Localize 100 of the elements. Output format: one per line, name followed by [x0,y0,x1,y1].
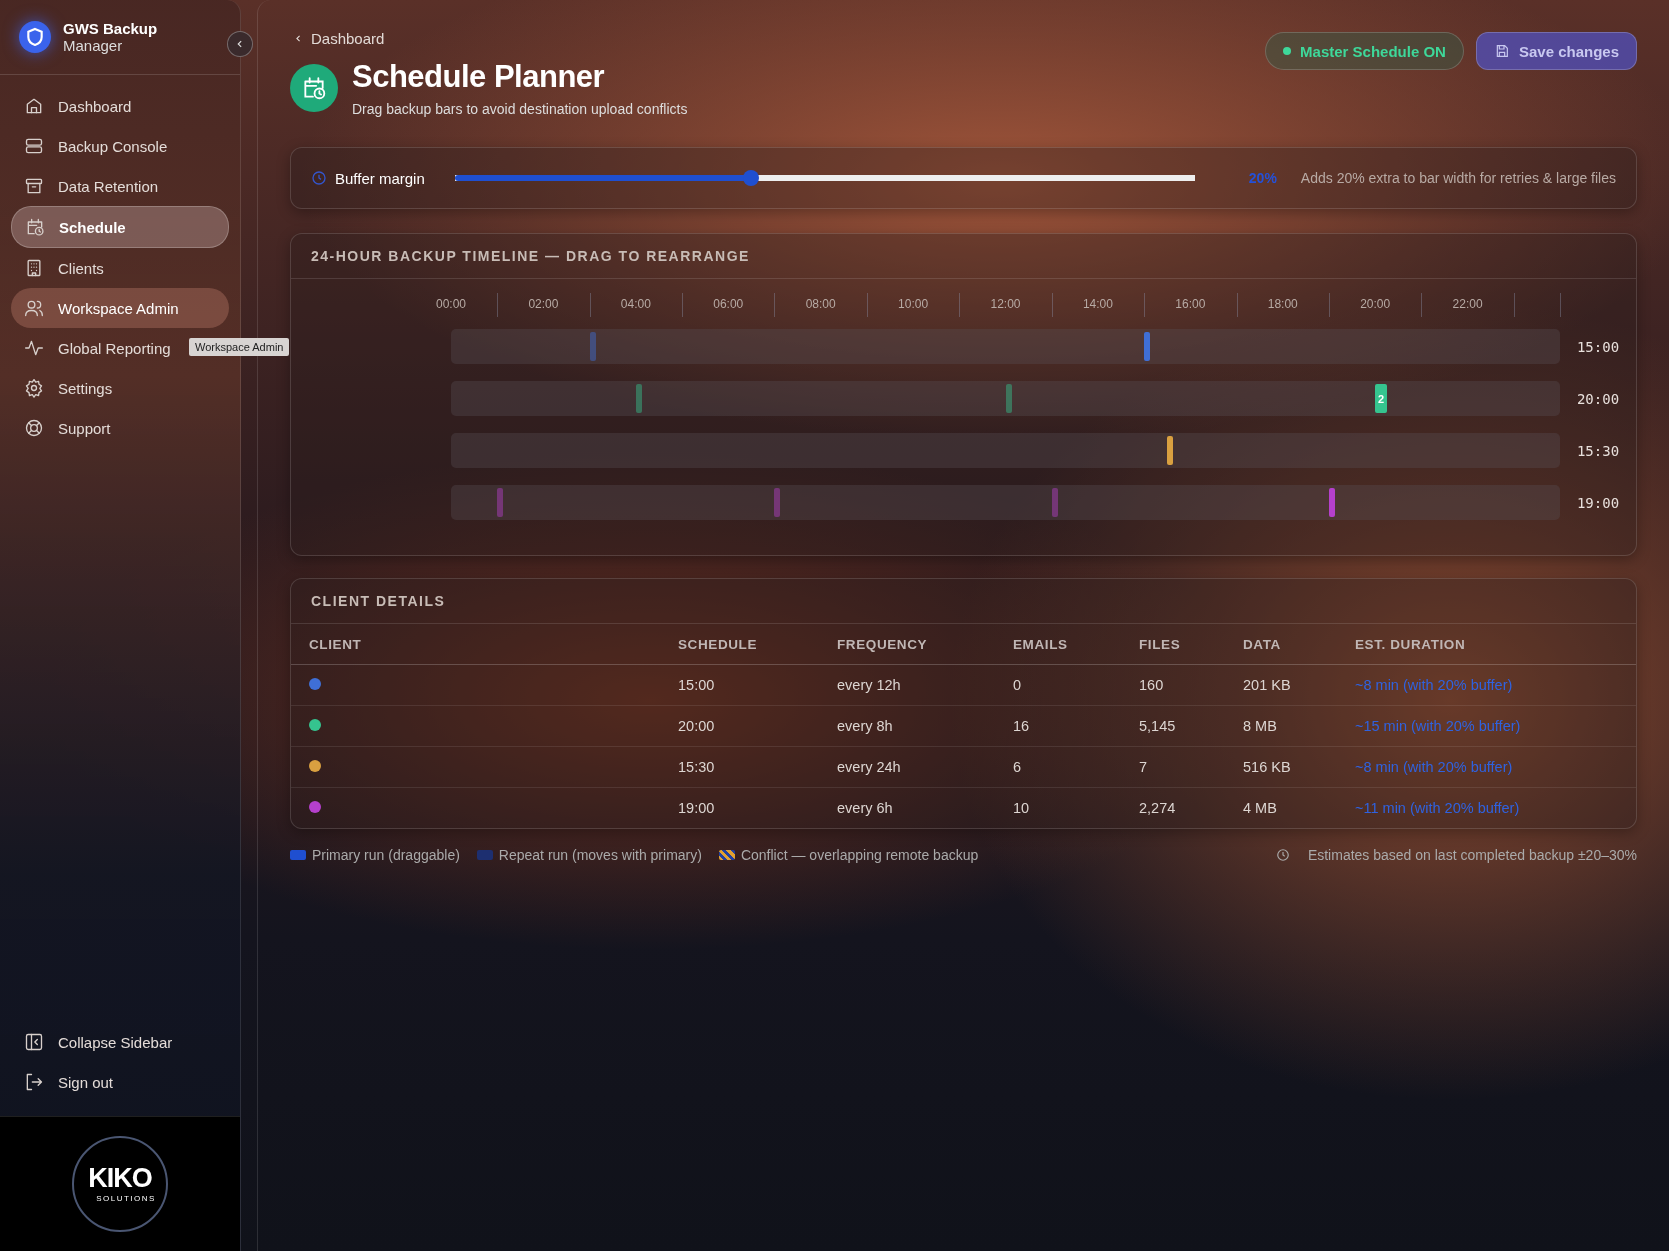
users-icon [24,298,44,318]
repeat-run-bar[interactable] [497,488,504,517]
table-cell-text: ~15 min (with 20% buffer) [1355,718,1522,734]
sidebar-item[interactable]: Schedule [11,206,229,248]
table-cell-text: ~8 min (with 20% buffer) [1355,677,1514,693]
app-subtitle: Manager [63,37,124,54]
archive-box-icon [24,176,44,196]
hour-label: 00:00 [436,297,466,311]
table-cell-text: 4 MB [1243,800,1278,816]
table-cell-text: 15:30 [678,759,716,775]
hour-label: 08:00 [805,297,836,311]
section-title: 24-HOUR BACKUP TIMELINE — DRAG TO REARRANGE [291,234,1636,279]
column-header: SCHEDULE [678,636,759,652]
sidebar-item[interactable]: Dashboard [11,86,145,126]
sidebar-item[interactable]: Workspace Admin [11,288,229,328]
column-header: CLIENT [309,636,363,652]
table-cell-text: 20:00 [678,718,716,734]
table-cell-text: 19:00 [678,800,716,816]
sidebar-item[interactable]: Backup Console [11,126,181,166]
table-cell-text: every 12h [837,677,902,693]
lifebuoy-icon [24,418,44,438]
home-icon [24,96,44,116]
legend-label: Repeat run (moves with primary) [498,847,702,863]
table-cell-text: 160 [1139,677,1165,693]
legend-swatch-icon [718,850,735,860]
hour-label: 04:00 [620,297,651,311]
table-cell-text: 201 KB [1243,677,1292,693]
repeat-run-bar[interactable] [1005,384,1012,413]
table-cell-text: 16 [1013,718,1031,734]
repeat-run-bar[interactable] [635,384,642,413]
sidebar-item[interactable]: Settings [11,368,126,408]
hour-label: 20:00 [1360,297,1391,311]
column-header: DATA [1243,636,1282,652]
sidebar-item[interactable]: Support [11,408,124,448]
buffer-label: Buffer margin [335,169,425,187]
master-schedule-toggle[interactable]: Master Schedule ON [1265,32,1464,70]
tooltip: Workspace Admin [189,338,290,356]
sidebar-item[interactable]: Sign out [11,1062,229,1102]
table-cell-text: 6 [1013,759,1023,775]
hour-label: 22:00 [1452,297,1483,311]
calendar-clock-icon [25,217,45,237]
column-header: FILES [1139,636,1182,652]
primary-run-bar[interactable] [1167,436,1174,465]
sidebar-item[interactable]: Data Retention [11,166,172,206]
table-cell-text: 8 MB [1243,718,1278,734]
hour-label: 14:00 [1082,297,1113,311]
primary-run-bar[interactable] [1144,332,1151,361]
run-time: 15:00 [1575,338,1621,355]
run-time: 20:00 [1575,390,1621,407]
column-header: EST. DURATION [1355,636,1467,652]
settings-icon [24,378,44,398]
table-cell-text: 0 [1013,677,1023,693]
table-cell-text: every 6h [837,800,894,816]
legend-swatch-icon [476,850,493,860]
legend-swatch-icon [290,850,306,860]
slider-thumb[interactable] [743,170,759,186]
company-logo: KIKO SOLUTIONS [72,1136,168,1232]
table-cell-text: ~11 min (with 20% buffer) [1355,800,1521,816]
app-title: GWS Backup [63,20,158,37]
repeat-run-bar[interactable] [774,488,781,517]
table-cell-text: 5,145 [1139,718,1177,734]
clock-icon [1275,848,1290,862]
table-cell-text: 10 [1013,800,1031,816]
table-cell-text: 516 KB [1243,759,1292,775]
collapse-panel-icon [24,1032,44,1052]
page-title: Schedule Planner [352,59,606,95]
legend-label: Primary run (draggable) [312,847,460,863]
estimate-note: Estimates based on last completed backup ±20–30% [1307,847,1637,863]
table-cell-text: every 8h [837,718,894,734]
shield-logo-icon [19,21,51,53]
sidebar-item[interactable]: Global Reporting [11,328,184,368]
hour-label: 12:00 [990,297,1021,311]
hour-label: 02:00 [528,297,559,311]
server-icon [24,136,44,156]
table-cell-text: every 24h [837,759,902,775]
column-header: FREQUENCY [837,636,929,652]
run-time: 19:00 [1575,494,1621,511]
breadcrumb-link[interactable]: Dashboard [290,30,688,47]
hour-label: 10:00 [898,297,929,311]
sign-out-icon [24,1072,44,1092]
repeat-run-bar[interactable] [1051,488,1058,517]
table-cell-text: 7 [1139,759,1149,775]
collapse-button[interactable] [227,31,253,57]
hour-label: 18:00 [1267,297,1298,311]
sidebar-item[interactable]: Clients [11,248,117,288]
repeat-run-bar[interactable] [589,332,596,361]
status-dot-icon [1283,47,1292,55]
hour-label: 06:00 [713,297,744,311]
table-cell-text: ~8 min (with 20% buffer) [1355,759,1514,775]
legend-label: Conflict — overlapping remote backup [740,847,979,863]
run-time: 15:30 [1575,442,1621,459]
pulse-line-icon [24,338,44,358]
buffer-hint: Adds 20% extra to bar width for retries & large files [1300,170,1616,186]
column-header: EMAILS [1013,636,1069,652]
table-cell-text: 15:00 [678,677,716,693]
clock-icon [311,170,327,186]
primary-run-bar[interactable] [1328,488,1335,517]
calendar-clock-icon [290,64,338,112]
section-title: CLIENT DETAILS [291,579,1636,624]
sidebar-item[interactable]: Collapse Sidebar [11,1022,229,1062]
